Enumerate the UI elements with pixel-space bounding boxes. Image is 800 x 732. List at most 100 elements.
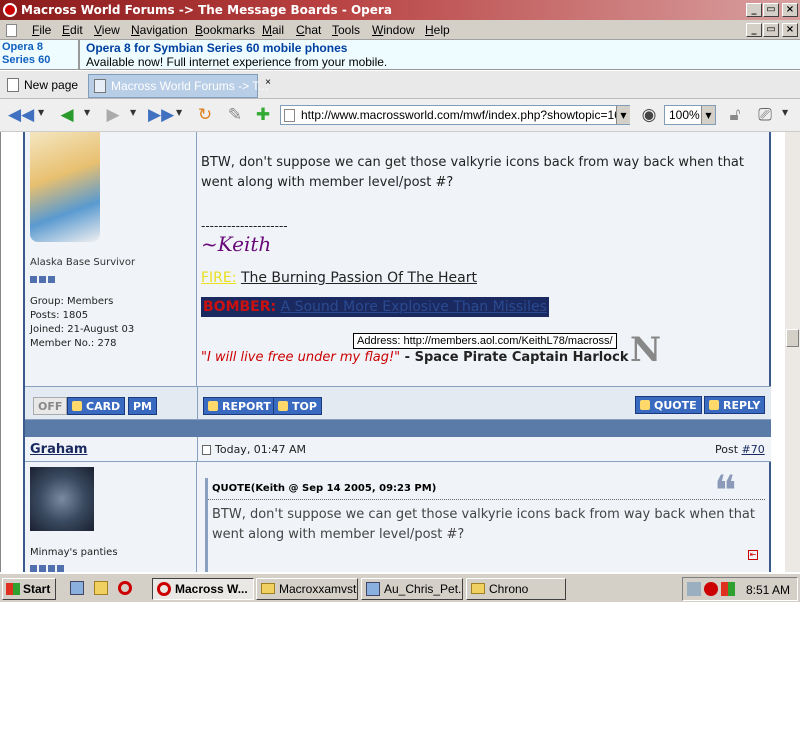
chevron-down-icon[interactable]: ▼ [176,108,182,117]
card-button[interactable]: CARD [67,397,126,415]
forward-icon[interactable]: ▶ [102,105,124,125]
chevron-down-icon[interactable]: ▼ [782,108,788,117]
post2-username[interactable]: Graham [30,442,87,457]
reload-icon[interactable]: ↻ [194,105,216,125]
zoom-dropdown[interactable]: ▼ [701,106,715,124]
post-separator [25,420,771,437]
page-content: Alaska Base Survivor Group: Members Post… [0,132,785,572]
post-number-link[interactable]: #70 [742,443,765,456]
report-button[interactable]: REPORT [203,397,276,415]
system-tray: 8:51 AM [682,577,798,601]
pm-button[interactable]: PM [128,397,158,415]
fire-line: FIRE: The Burning Passion Of The Heart [201,268,477,288]
menu-edit[interactable]: Edit [62,23,83,37]
scrollbar-thumb[interactable] [786,329,799,347]
post-label: Post [715,443,742,456]
pm-label: PM [133,400,153,413]
lock-icon[interactable]: 🔓︎ [724,105,746,125]
add-bookmark-icon[interactable]: ✚ [252,105,274,125]
link-tooltip: Address: http://members.aol.com/KeithL78… [353,333,617,349]
chevron-down-icon[interactable]: ▼ [84,108,90,117]
close-button[interactable]: × [782,3,798,17]
reply-button[interactable]: REPLY [704,396,766,414]
post1-joined: Joined: 21-August 03 [30,324,135,335]
view-post-icon[interactable]: ⇤ [748,550,758,560]
page-margin [1,132,23,572]
rewind-icon[interactable]: ◀◀ [8,105,34,125]
task-macroxxamvst[interactable]: Macroxxamvst... [256,578,358,600]
tab-label: Macross World Forums -> T... [111,79,269,93]
start-button[interactable]: Start [2,578,56,600]
bomber-label: BOMBER: [203,299,277,315]
window-title: Macross World Forums -> The Message Boar… [21,3,392,17]
minimize-button[interactable]: _ [746,3,762,17]
menu-mail[interactable]: Mail [262,23,284,37]
post2-number: Post #70 [715,440,765,460]
banner-headline[interactable]: Opera 8 for Symbian Series 60 mobile pho… [86,41,347,55]
maximize-button[interactable]: ▭ [763,3,779,17]
quote-block: QUOTE(Keith @ Sep 14 2005, 09:23 PM) ❝ B… [205,466,765,572]
opera-logo-icon [3,3,17,17]
post2-header: Graham Today, 01:47 AM Post #70 [25,437,771,462]
post1-text: BTW, don't suppose we can get those valk… [201,155,744,190]
task-macross[interactable]: Macross W... [152,578,254,600]
quoted-text: BTW, don't suppose we can get those valk… [212,507,755,542]
task-label: Macross W... [175,582,248,596]
menu-tools[interactable]: Tools [332,23,360,37]
quicklaunch-opera-icon[interactable] [118,581,132,595]
back-icon[interactable]: ◀ [56,105,78,125]
post2-body: QUOTE(Keith @ Sep 14 2005, 09:23 PM) ❝ B… [198,462,771,572]
menu-file[interactable]: File [32,23,51,37]
report-icon [208,401,218,411]
post1-member-no: Member No.: 278 [30,338,117,349]
fire-label: FIRE: [201,270,237,286]
post1-user-rank: Alaska Base Survivor [30,257,136,268]
brand-line1: Opera 8 [2,41,43,53]
post2-user-rank: Minmay's panties [30,547,118,558]
page-icon [6,24,17,37]
network-icon[interactable] [687,582,701,596]
vertical-scrollbar[interactable] [785,132,800,572]
quicklaunch-ie-icon[interactable] [70,581,84,595]
chevron-down-icon[interactable]: ▼ [130,108,136,117]
post1-button-row: OFF CARD PM REPORT TOP QUOTE REPLY [25,386,771,420]
camera-icon[interactable]: ⎚ [754,105,776,125]
nav-toolbar: ◀◀ ▼ ◀ ▼ ▶ ▼ ▶▶ ▼ ↻ ✎ ✚ http://www.macro… [0,99,800,132]
task-label: Macroxxamvst... [279,582,358,596]
menu-window[interactable]: Window [372,23,415,37]
chevron-down-icon[interactable]: ▼ [38,108,44,117]
edit-icon[interactable]: ✎ [224,105,246,125]
arrow-up-icon [278,401,288,411]
top-button[interactable]: TOP [273,397,322,415]
plus-icon [640,400,650,410]
menu-chat[interactable]: Chat [296,23,321,37]
tab-bar: New page Macross World Forums -> T... × [0,71,800,99]
task-chrono[interactable]: Chrono [466,578,566,600]
fast-forward-icon[interactable]: ▶▶ [148,105,174,125]
tab-macross-forums[interactable]: Macross World Forums -> T... × [88,74,271,98]
post-icon [202,445,211,455]
fire-link[interactable]: The Burning Passion Of The Heart [241,270,477,286]
menu-bookmarks[interactable]: Bookmarks [195,23,255,37]
antivirus-icon[interactable] [704,582,718,596]
doc-minimize-button[interactable]: _ [746,23,762,37]
address-field[interactable]: http://www.macrossworld.com/mwf/index.ph… [280,105,630,125]
quote-button[interactable]: QUOTE [635,396,702,414]
forum-table: Alaska Base Survivor Group: Members Post… [23,132,771,572]
doc-restore-button[interactable]: ▭ [763,23,779,37]
menu-help[interactable]: Help [425,23,450,37]
task-au-chris[interactable]: Au_Chris_Pet... [361,578,463,600]
task-label: Chrono [489,582,529,596]
tray-app-icon[interactable] [721,582,735,596]
post1-body: BTW, don't suppose we can get those valk… [198,132,771,386]
menu-view[interactable]: View [94,23,120,37]
tab-new-page[interactable]: New page [2,74,82,98]
ad-banner[interactable]: Opera 8 Series 60 Opera 8 for Symbian Se… [0,40,800,70]
tab-close-icon[interactable]: × [265,77,271,88]
page-icon [94,79,106,93]
menu-navigation[interactable]: Navigation [131,23,188,37]
address-dropdown[interactable]: ▼ [616,106,630,124]
bomber-link[interactable]: A Sound More Explosive Than Missiles [281,299,547,315]
quicklaunch-folder-icon[interactable] [94,581,108,595]
doc-close-button[interactable]: × [782,23,798,37]
